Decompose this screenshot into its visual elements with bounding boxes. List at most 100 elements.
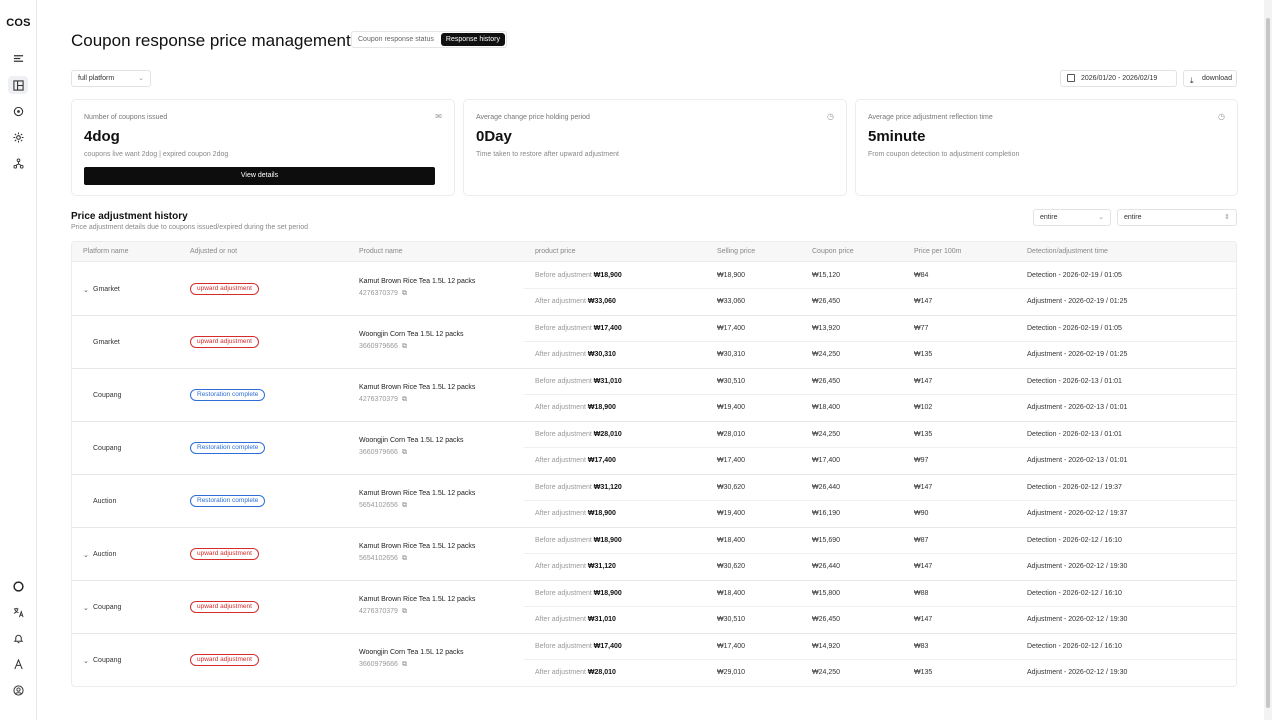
platform-cell: ⌄ Auction xyxy=(83,528,116,581)
table-row[interactable]: ⌄ Auction upward adjustment Kamut Brown Ric… xyxy=(72,528,1236,581)
tab-response-history[interactable]: Response history xyxy=(440,33,505,46)
external-link-icon[interactable]: ⧉ xyxy=(402,290,407,297)
external-link-icon[interactable]: ⧉ xyxy=(402,661,407,668)
selling-price: ₩18,400 xyxy=(717,590,746,597)
card-value: 5minute xyxy=(868,128,926,145)
external-link-icon[interactable]: ⧉ xyxy=(402,555,407,562)
card-label: Number of coupons issued xyxy=(84,114,168,121)
coupon-price: ₩26,440 xyxy=(812,484,841,491)
product-id-value: 4276370379 xyxy=(359,396,398,403)
chevron-down-icon[interactable]: ⌄ xyxy=(83,657,93,665)
table-row[interactable]: Gmarket upward adjustment Woongjin Corn Te… xyxy=(72,316,1236,369)
page-scrollbar[interactable] xyxy=(1264,0,1272,720)
settings-icon[interactable] xyxy=(8,128,28,146)
date-range-picker[interactable]: 2026/01/20 - 2026/02/19 xyxy=(1060,70,1177,87)
account-icon[interactable] xyxy=(8,681,28,699)
coupon-icon[interactable] xyxy=(8,102,28,120)
product-price-cell: Before adjustment ₩18,900 xyxy=(535,528,622,554)
price-per-100: ₩135 xyxy=(914,351,933,358)
help-icon[interactable] xyxy=(8,577,28,595)
card-label: Average price adjustment reflection time xyxy=(868,114,993,121)
view-tabs: Coupon response status Response history xyxy=(351,31,507,48)
font-icon[interactable] xyxy=(8,655,28,673)
scrollbar-thumb[interactable] xyxy=(1266,18,1270,708)
product-price: ₩33,060 xyxy=(587,298,616,305)
dashboard-icon[interactable] xyxy=(8,76,28,94)
status-filter-select[interactable]: entire ⌄ xyxy=(1033,209,1111,226)
chevron-down-icon: ⌄ xyxy=(138,75,144,82)
table-row[interactable]: ⌄ Coupang upward adjustment Woongjin Corn T… xyxy=(72,634,1236,686)
card-subtext: coupons live want 2dog | expired coupon … xyxy=(84,151,229,158)
card-label: Average change price holding period xyxy=(476,114,590,121)
external-link-icon[interactable]: ⧉ xyxy=(402,608,407,615)
view-details-button[interactable]: View details xyxy=(84,167,435,185)
coupon-price: ₩26,450 xyxy=(812,616,841,623)
adjustment-label: Before adjustment xyxy=(535,325,592,332)
product-price-cell: After adjustment ₩18,900 xyxy=(535,501,616,527)
price-subrow: After adjustment ₩30,310 ₩30,310 ₩24,250 ₩1… xyxy=(524,342,1236,368)
bell-icon[interactable] xyxy=(8,629,28,647)
product-price: ₩17,400 xyxy=(593,643,622,650)
product-price-cell: Before adjustment ₩18,900 xyxy=(535,263,622,289)
product-id-value: 4276370379 xyxy=(359,608,398,615)
table-row[interactable]: Coupang Restoration complete Woongjin Corn… xyxy=(72,422,1236,475)
col-platform: Platform name xyxy=(83,248,129,255)
platform-name: Gmarket xyxy=(93,286,120,293)
status-filter-value: entire xyxy=(1040,214,1058,221)
product-price-cell: After adjustment ₩31,010 xyxy=(535,607,616,633)
table-row[interactable]: ⌄ Gmarket upward adjustment Kamut Brown Ric… xyxy=(72,263,1236,316)
type-filter-select[interactable]: entire ⇕ xyxy=(1117,209,1237,226)
product-price-cell: After adjustment ₩31,120 xyxy=(535,554,616,580)
selling-price: ₩18,400 xyxy=(717,537,746,544)
platform-name: Auction xyxy=(93,551,117,558)
product-price-cell: Before adjustment ₩31,120 xyxy=(535,475,622,501)
adjustment-label: After adjustment xyxy=(535,351,586,358)
product-id-value: 3660979666 xyxy=(359,661,398,668)
price-per-100: ₩135 xyxy=(914,431,933,438)
table-row[interactable]: Coupang Restoration complete Kamut Brown R… xyxy=(72,369,1236,422)
download-button[interactable]: ⤓ download xyxy=(1183,70,1237,87)
status-badge: upward adjustment xyxy=(190,283,259,295)
tab-coupon-response-status[interactable]: Coupon response status xyxy=(353,33,439,46)
price-per-100: ₩87 xyxy=(914,537,929,544)
price-subrow: Before adjustment ₩18,900 ₩18,400 ₩15,800 ₩… xyxy=(524,581,1236,607)
external-link-icon[interactable]: ⧉ xyxy=(402,449,407,456)
chevron-down-icon[interactable]: ⌄ xyxy=(83,286,93,294)
detection-time: Adjustment - 2026-02-19 / 01:25 xyxy=(1027,298,1128,305)
external-link-icon[interactable]: ⧉ xyxy=(402,396,407,403)
product-price-cell: After adjustment ₩33,060 xyxy=(535,289,616,315)
price-subrow: Before adjustment ₩31,010 ₩30,510 ₩26,450 ₩… xyxy=(524,369,1236,395)
coupon-price: ₩14,920 xyxy=(812,643,841,650)
price-history-table: Platform name Adjusted or not Product na… xyxy=(71,241,1237,687)
platform-name: Auction xyxy=(93,498,117,505)
external-link-icon[interactable]: ⧉ xyxy=(402,502,407,509)
product-price: ₩31,120 xyxy=(593,484,622,491)
platform-name: Gmarket xyxy=(93,339,120,346)
price-per-100: ₩83 xyxy=(914,643,929,650)
product-price-cell: Before adjustment ₩17,400 xyxy=(535,634,622,660)
product-name: Kamut Brown Rice Tea 1.5L 12 packs xyxy=(359,384,476,391)
product-id-value: 4276370379 xyxy=(359,290,398,297)
product-name: Kamut Brown Rice Tea 1.5L 12 packs xyxy=(359,278,476,285)
coupon-price: ₩24,250 xyxy=(812,669,841,676)
price-subrow: After adjustment ₩18,900 ₩19,400 ₩16,190 ₩9… xyxy=(524,501,1236,527)
table-row[interactable]: ⌄ Coupang upward adjustment Kamut Brown Ric… xyxy=(72,581,1236,634)
clock-icon: ◷ xyxy=(1218,112,1225,121)
coupons-issued-card: Number of coupons issued ✉ 4dog coupons … xyxy=(71,99,455,196)
date-range-value: 2026/01/20 - 2026/02/19 xyxy=(1081,75,1158,82)
network-icon[interactable] xyxy=(8,154,28,172)
translate-icon[interactable] xyxy=(8,603,28,621)
chevron-down-icon[interactable]: ⌄ xyxy=(83,551,93,559)
platform-select[interactable]: full platform ⌄ xyxy=(71,70,151,87)
coupon-price: ₩16,190 xyxy=(812,510,841,517)
price-subrow: Before adjustment ₩18,900 ₩18,900 ₩15,120 ₩… xyxy=(524,263,1236,289)
chevron-down-icon[interactable]: ⌄ xyxy=(83,604,93,612)
external-link-icon[interactable]: ⧉ xyxy=(402,343,407,350)
selling-price: ₩17,400 xyxy=(717,325,746,332)
table-row[interactable]: Auction Restoration complete Kamut Brown R… xyxy=(72,475,1236,528)
platform-cell: ⌄ Coupang xyxy=(83,634,121,686)
history-subtitle: Price adjustment details due to coupons … xyxy=(71,224,308,231)
detection-time: Detection - 2026-02-12 / 16:10 xyxy=(1027,590,1122,597)
menu-collapse-icon[interactable] xyxy=(8,49,28,67)
app-logo[interactable]: COS xyxy=(0,17,37,29)
